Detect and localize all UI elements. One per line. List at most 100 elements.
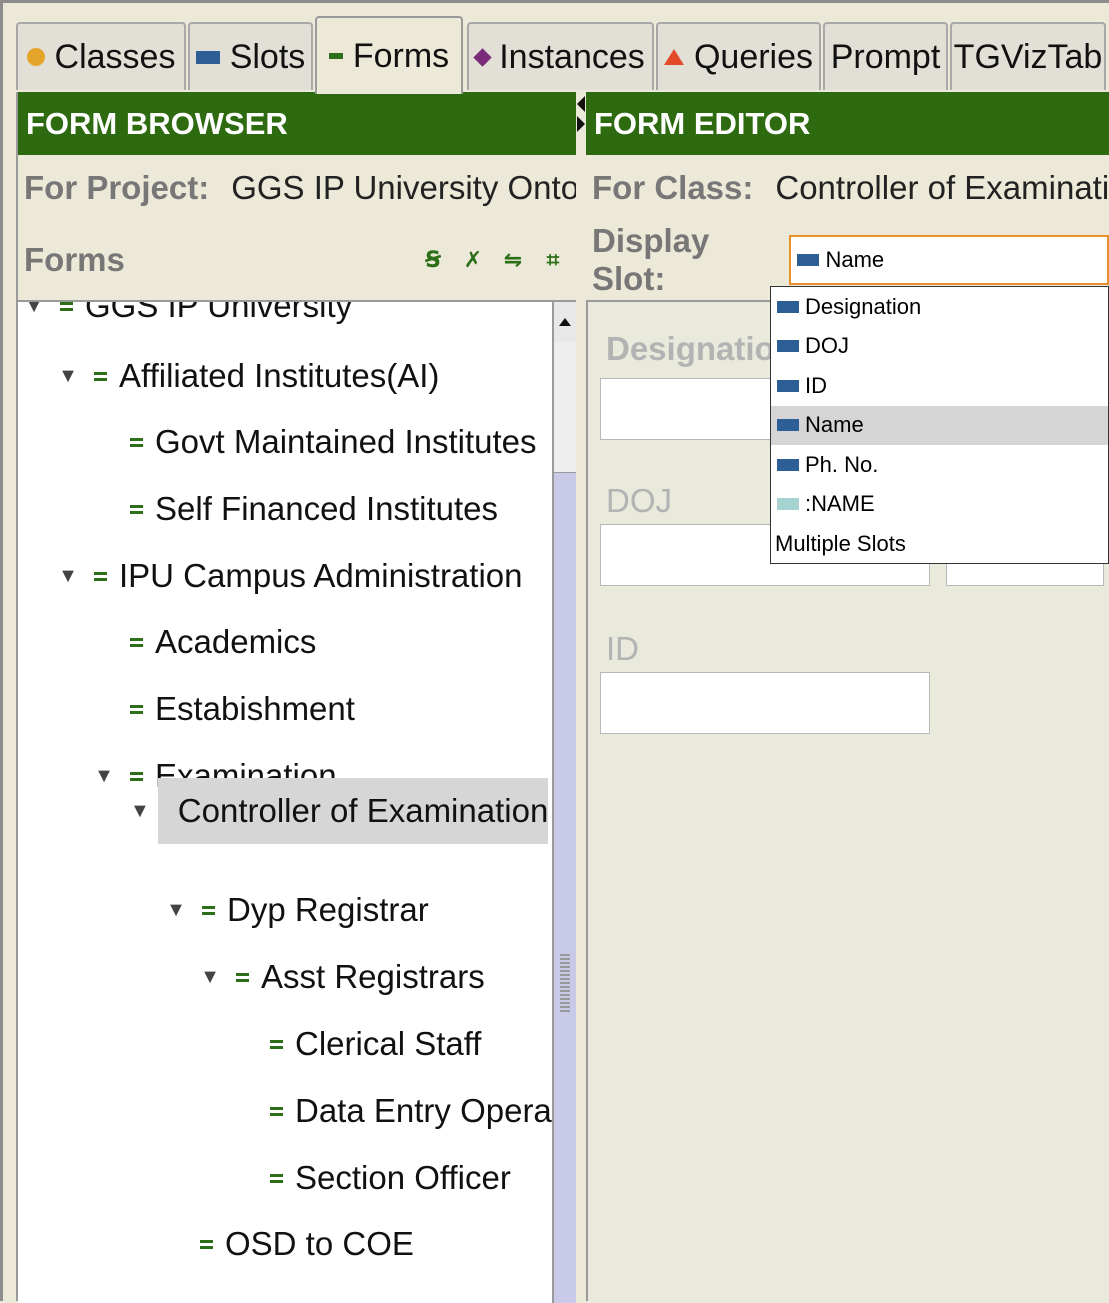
- expand-triangle-icon[interactable]: ▼: [166, 899, 186, 922]
- id-field[interactable]: [600, 672, 930, 734]
- class-name: Controller of Examination: [775, 168, 1109, 206]
- display-slot-label: Display Slot:: [592, 222, 710, 297]
- tab-label: Classes: [54, 37, 176, 76]
- tree-node[interactable]: Academics: [130, 610, 316, 674]
- scrollbar-grip[interactable]: [560, 952, 570, 1012]
- form-icon: [130, 771, 143, 781]
- option-label: DOJ: [805, 333, 849, 359]
- option-label: ID: [805, 372, 827, 398]
- forms-tree[interactable]: ▼ GGS IP University ▼ Affiliated Institu…: [18, 300, 576, 1303]
- tree-node-selected[interactable]: ▼ Controller of Examination: [130, 778, 549, 844]
- form-icon: [94, 371, 107, 381]
- slot-icon: [777, 340, 799, 353]
- tree-node[interactable]: Clerical Staff: [270, 1012, 481, 1076]
- tree-node[interactable]: ▼ Dyp Registrar: [166, 878, 429, 942]
- tree-node[interactable]: Self Financed Institutes: [130, 477, 498, 541]
- expand-triangle-icon[interactable]: ▼: [130, 800, 150, 823]
- tree-node-label: OSD to COE: [225, 1225, 414, 1262]
- form-editor-header: FORM EDITOR: [586, 92, 1109, 155]
- tab-label: Prompt: [830, 37, 941, 76]
- tree-node-label: Affiliated Institutes(AI): [119, 357, 440, 394]
- tree-node[interactable]: Data Entry Operator: [270, 1079, 576, 1143]
- scroll-up-arrow-icon[interactable]: [554, 302, 576, 343]
- dropdown-option-system-name[interactable]: :NAME: [771, 485, 1108, 525]
- collapse-right-arrow-icon[interactable]: [577, 116, 585, 132]
- tab-label: TGVizTab: [953, 37, 1103, 76]
- dropdown-option-phone[interactable]: Ph. No.: [771, 445, 1108, 485]
- dropdown-option-doj[interactable]: DOJ: [771, 327, 1108, 367]
- dropdown-option-name[interactable]: Name: [771, 405, 1108, 445]
- remove-customizations-icon[interactable]: ✗: [462, 247, 484, 272]
- tree-node[interactable]: ▼ IPU Campus Administration: [58, 544, 523, 608]
- split-pane-divider[interactable]: [576, 92, 586, 1301]
- form-icon: [60, 302, 73, 311]
- expand-triangle-icon[interactable]: ▼: [58, 365, 78, 388]
- tree-node[interactable]: ▼ Affiliated Institutes(AI): [58, 344, 439, 408]
- slot-icon: [777, 458, 799, 471]
- slot-icon: [777, 300, 799, 313]
- slot-bar-icon: [195, 50, 220, 64]
- collapse-left-arrow-icon[interactable]: [577, 96, 585, 112]
- display-slot-dropdown-list[interactable]: Designation DOJ ID Name Ph. No. :NAME Mu…: [770, 286, 1109, 564]
- tab-instances[interactable]: Instances: [467, 22, 654, 90]
- expand-triangle-icon[interactable]: ▼: [94, 765, 114, 788]
- expand-triangle-icon[interactable]: ▼: [24, 302, 44, 318]
- form-icon: [94, 571, 107, 581]
- project-name: GGS IP University Ontology: [231, 168, 576, 206]
- scrollbar-thumb[interactable]: [554, 342, 576, 473]
- tree-node-label: Dyp Registrar: [227, 891, 429, 928]
- form-editor-panel: FORM EDITOR For Class: Controller of Exa…: [586, 92, 1109, 1301]
- relayout-form-icon[interactable]: ⇋: [502, 247, 524, 272]
- expand-triangle-icon[interactable]: ▼: [200, 966, 220, 989]
- query-triangle-icon: [663, 49, 684, 65]
- option-label: Name: [805, 412, 864, 438]
- dropdown-option-designation[interactable]: Designation: [771, 287, 1108, 327]
- tree-node-label: Clerical Staff: [295, 1025, 482, 1062]
- class-dot-icon: [26, 48, 45, 66]
- tree-node-label: IPU Campus Administration: [119, 557, 523, 594]
- dropdown-option-id[interactable]: ID: [771, 366, 1108, 406]
- tree-node-label: Estabishment: [155, 690, 355, 727]
- tree-node[interactable]: OSD to COE: [200, 1212, 414, 1276]
- tree-node-label: Govt Maintained Institutes: [155, 423, 537, 460]
- class-label: For Class:: [592, 168, 754, 206]
- form-icon: [130, 504, 143, 514]
- class-row: For Class: Controller of Examination: [586, 155, 1109, 220]
- tab-queries[interactable]: Queries: [656, 22, 821, 90]
- tree-node-label: Self Financed Institutes: [155, 490, 499, 527]
- doj-field-label: DOJ: [606, 482, 672, 519]
- instance-diamond-icon: [473, 47, 492, 67]
- tree-node[interactable]: Govt Maintained Institutes: [130, 410, 537, 474]
- dropdown-option-multiple-slots[interactable]: Multiple Slots: [771, 524, 1108, 564]
- form-icon: [270, 1173, 283, 1183]
- id-field-label: ID: [606, 630, 639, 667]
- forms-toolbar: Forms Ꞩ ✗ ⇋ ⌗: [18, 220, 576, 300]
- layout-like-form-icon[interactable]: ⌗: [542, 247, 564, 272]
- option-label: Designation: [805, 293, 922, 319]
- tab-label: Queries: [693, 37, 814, 76]
- tree-node[interactable]: Estabishment: [130, 677, 355, 741]
- tab-label: Instances: [499, 37, 645, 76]
- tab-label: Forms: [352, 36, 450, 75]
- tree-node[interactable]: ▼ GGS IP University: [24, 302, 352, 338]
- tab-classes[interactable]: Classes: [16, 22, 186, 90]
- option-label: Ph. No.: [805, 451, 879, 477]
- display-slot-combobox[interactable]: Name: [789, 235, 1109, 285]
- tab-slots[interactable]: Slots: [188, 22, 313, 90]
- tab-forms[interactable]: Forms: [315, 16, 463, 94]
- tab-tgviztab[interactable]: TGVizTab: [950, 22, 1106, 90]
- tree-node[interactable]: Section Officer: [270, 1146, 511, 1210]
- form-icon: [130, 437, 143, 447]
- expand-triangle-icon[interactable]: ▼: [58, 565, 78, 588]
- tree-node[interactable]: ▼ Asst Registrars: [200, 945, 485, 1009]
- option-label: :NAME: [805, 491, 875, 517]
- slot-icon: [797, 254, 820, 266]
- tree-node-label: Controller of Examination: [177, 792, 549, 829]
- tab-prompt[interactable]: Prompt: [823, 22, 948, 90]
- view-form-icon[interactable]: Ꞩ: [422, 247, 444, 272]
- tree-node-label: Asst Registrars: [261, 958, 485, 995]
- forms-icon: [328, 53, 343, 59]
- designation-field-label: Designation: [606, 330, 795, 367]
- tree-scrollbar[interactable]: [552, 302, 576, 1303]
- form-icon: [236, 972, 249, 982]
